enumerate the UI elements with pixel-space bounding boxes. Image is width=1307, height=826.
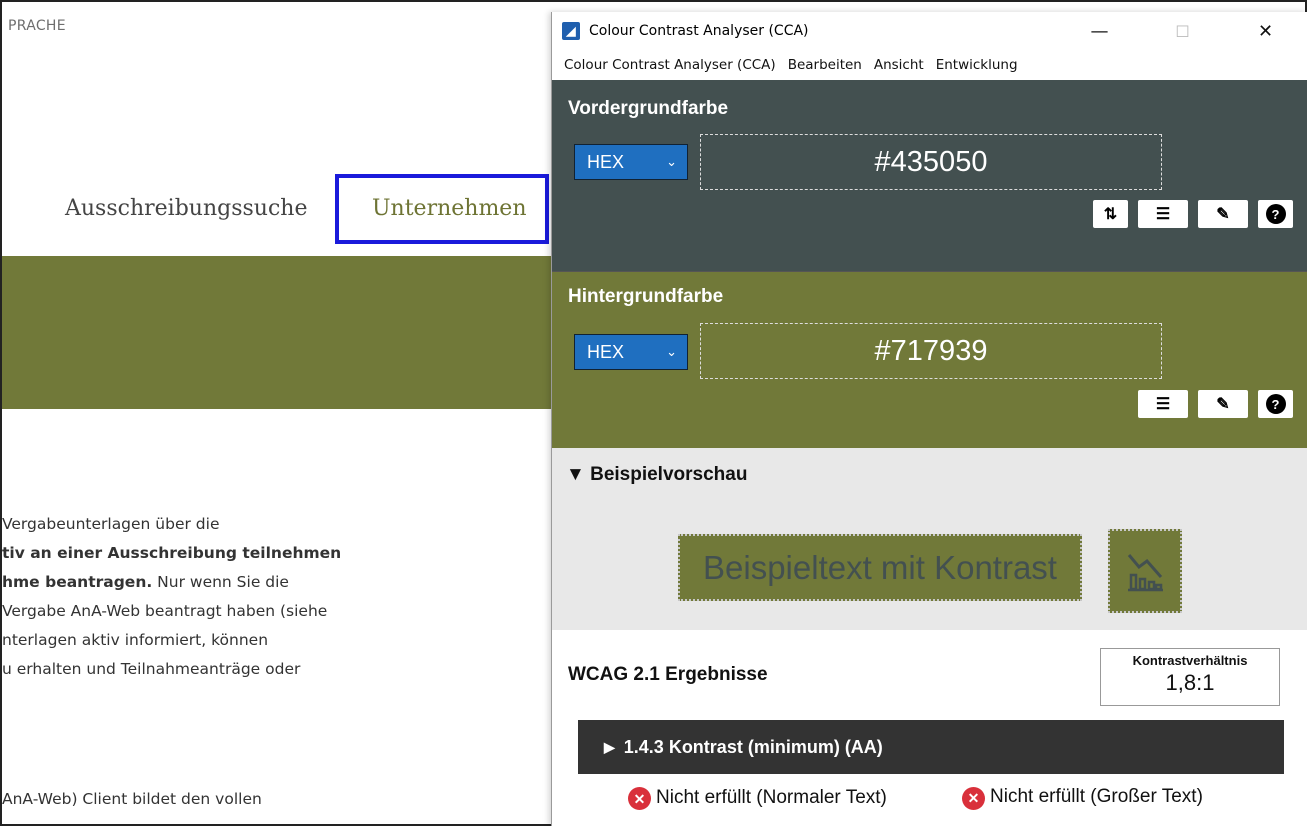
body-text-plain: Vergabeunterlagen über die (2, 515, 220, 533)
background-format-select[interactable]: HEX ⌄ (574, 334, 688, 370)
eyedropper-icon: ✎ (1216, 396, 1230, 413)
foreground-format-select[interactable]: HEX ⌄ (574, 144, 688, 180)
title-bar[interactable]: ◢ Colour Contrast Analyser (CCA) — ☐ ✕ (552, 12, 1307, 50)
eyedropper-icon: ✎ (1216, 206, 1230, 223)
body-text-plain: Vergabe AnA-Web beantragt haben (siehe (2, 602, 328, 620)
body-line: nterlagen aktiv informiert, können (2, 626, 562, 655)
preview-section: ▼ Beispielvorschau Beispieltext mit Kont… (552, 448, 1307, 630)
triangle-right-icon: ▶ (604, 738, 615, 755)
fail-icon: ✕ (962, 787, 985, 810)
contrast-ratio-label: Kontrastverhältnis (1132, 653, 1248, 668)
help-icon: ? (1265, 204, 1286, 224)
app-logo-icon: ◢ (562, 22, 580, 40)
background-hex-input[interactable]: #717939 (700, 323, 1162, 379)
swap-colors-button[interactable]: ⇅ (1093, 200, 1128, 228)
menu-bar: Colour Contrast Analyser (CCA) Bearbeite… (552, 50, 1307, 80)
contrast-ratio-value: 1,8:1 (1165, 670, 1215, 695)
chevron-down-icon: ⌄ (666, 154, 677, 169)
preview-title: Beispielvorschau (590, 464, 748, 485)
menu-item-bearbeiten[interactable]: Bearbeiten (788, 57, 862, 73)
background-tools: ☰ ✎ ? (1138, 390, 1293, 418)
body-text-bold: hme beantragen. (2, 573, 153, 591)
body-line: tiv an einer Ausschreibung teilnehmen (2, 539, 562, 568)
fail-icon: ✕ (628, 787, 651, 810)
body-line: Vergabe AnA-Web beantragt haben (siehe (2, 597, 562, 626)
large-text-result-label: Nicht erfüllt (Großer Text) (990, 786, 1203, 807)
sample-icon-preview (1108, 529, 1182, 613)
foreground-tools: ⇅ ☰ ✎ ? (1093, 200, 1293, 228)
body-line: u erhalten und Teilnahmeanträge oder (2, 655, 562, 684)
preview-toggle[interactable]: ▼ Beispielvorschau (566, 464, 747, 486)
foreground-section: Vordergrundfarbe HEX ⌄ #435050 ⇅ ☰ ✎ ? (552, 80, 1307, 271)
body-text-plain: Nur wenn Sie die (152, 573, 289, 591)
foreground-format-value: HEX (587, 151, 625, 172)
body-text-plain: nterlagen aktiv informiert, können (2, 631, 269, 649)
normal-text-result: ✕ Nicht erfüllt (Normaler Text) (628, 786, 938, 810)
background-section: Hintergrundfarbe HEX ⌄ #717939 ☰ ✎ ? (552, 271, 1307, 448)
window-controls: — ☐ ✕ (1058, 12, 1307, 50)
focus-indicator (335, 174, 549, 244)
help-icon: ? (1265, 394, 1286, 414)
sliders-icon: ☰ (1155, 206, 1171, 223)
minimize-button[interactable]: — (1058, 12, 1141, 50)
results-title: WCAG 2.1 Ergebnisse (568, 664, 768, 685)
foreground-help-button[interactable]: ? (1258, 200, 1293, 228)
background-help-button[interactable]: ? (1258, 390, 1293, 418)
foreground-hex-input[interactable]: #435050 (700, 134, 1162, 190)
normal-text-result-label: Nicht erfüllt (Normaler Text) (656, 787, 887, 808)
body-line: Vergabeunterlagen über die (2, 510, 562, 539)
nav-link-ausschreibungssuche[interactable]: Ausschreibungssuche (65, 196, 307, 221)
cca-window: ◢ Colour Contrast Analyser (CCA) — ☐ ✕ C… (551, 12, 1307, 826)
maximize-button[interactable]: ☐ (1141, 12, 1224, 50)
close-button[interactable]: ✕ (1224, 12, 1307, 50)
body-text-plain: u erhalten und Teilnahmeanträge oder (2, 660, 301, 678)
menu-item-entwicklung[interactable]: Entwicklung (936, 57, 1018, 73)
large-text-result: ✕ Nicht erfüllt (Großer Text) (962, 786, 1203, 810)
sliders-icon: ☰ (1155, 396, 1171, 413)
menu-item-cca[interactable]: Colour Contrast Analyser (CCA) (564, 57, 776, 73)
window-title: Colour Contrast Analyser (CCA) (589, 23, 809, 39)
triangle-down-icon: ▼ (566, 464, 591, 485)
background-eyedropper-button[interactable]: ✎ (1198, 390, 1248, 418)
swap-icon: ⇅ (1103, 206, 1118, 223)
language-label[interactable]: PRACHE (8, 18, 66, 34)
sample-text-preview: Beispieltext mit Kontrast (678, 534, 1082, 601)
contrast-ratio-box: Kontrastverhältnis 1,8:1 (1100, 648, 1280, 706)
body-paragraph: Vergabeunterlagen über die tiv an einer … (2, 510, 562, 684)
body-line-bottom: AnA-Web) Client bildet den vollen (2, 790, 262, 808)
chevron-down-icon: ⌄ (666, 344, 677, 359)
foreground-title: Vordergrundfarbe (568, 98, 729, 119)
foreground-eyedropper-button[interactable]: ✎ (1198, 200, 1248, 228)
background-title: Hintergrundfarbe (568, 286, 724, 307)
menu-item-ansicht[interactable]: Ansicht (874, 57, 924, 73)
background-sliders-button[interactable]: ☰ (1138, 390, 1188, 418)
hero-banner (2, 256, 562, 409)
criterion-title: 1.4.3 Kontrast (minimum) (AA) (623, 736, 883, 757)
chart-icon (1127, 554, 1163, 592)
foreground-sliders-button[interactable]: ☰ (1138, 200, 1188, 228)
body-line: hme beantragen. Nur wenn Sie die (2, 568, 562, 597)
criterion-1-4-3-toggle[interactable]: ▶ 1.4.3 Kontrast (minimum) (AA) (578, 720, 1284, 774)
background-format-value: HEX (587, 341, 625, 362)
results-section: WCAG 2.1 Ergebnisse Kontrastverhältnis 1… (552, 630, 1307, 826)
body-text-bold: tiv an einer Ausschreibung teilnehmen (2, 544, 342, 562)
